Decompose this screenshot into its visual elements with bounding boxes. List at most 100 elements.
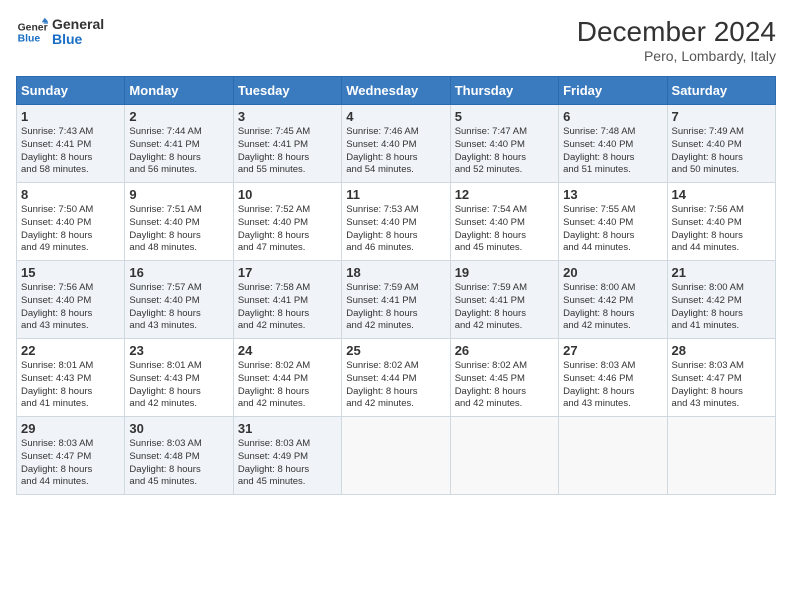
day-number: 24 — [238, 343, 337, 358]
day-info: Sunrise: 7:59 AM Sunset: 4:41 PM Dayligh… — [455, 282, 527, 331]
calendar-cell: 23 Sunrise: 8:01 AM Sunset: 4:43 PM Dayli… — [125, 339, 233, 417]
day-number: 16 — [129, 265, 228, 280]
day-number: 2 — [129, 109, 228, 124]
day-number: 19 — [455, 265, 554, 280]
logo: General Blue General Blue — [16, 16, 104, 48]
day-info: Sunrise: 7:59 AM Sunset: 4:41 PM Dayligh… — [346, 282, 418, 331]
day-info: Sunrise: 7:55 AM Sunset: 4:40 PM Dayligh… — [563, 204, 635, 253]
calendar-cell: 26Sunrise: 8:02 AM Sunset: 4:45 PM Dayli… — [450, 339, 558, 417]
day-info: Sunrise: 7:53 AM Sunset: 4:40 PM Dayligh… — [346, 204, 418, 253]
header-saturday: Saturday — [667, 77, 775, 105]
day-number: 15 — [21, 265, 120, 280]
day-info: Sunrise: 8:00 AM Sunset: 4:42 PM Dayligh… — [672, 282, 744, 331]
calendar-cell: 19 Sunrise: 7:59 AM Sunset: 4:41 PM Dayli… — [450, 261, 558, 339]
day-number: 26 — [455, 343, 554, 358]
calendar-cell: 5 Sunrise: 7:47 AM Sunset: 4:40 PM Daylig… — [450, 105, 558, 183]
calendar-cell: 21 Sunrise: 8:00 AM Sunset: 4:42 PM Dayli… — [667, 261, 775, 339]
day-number: 27 — [563, 343, 662, 358]
header-wednesday: Wednesday — [342, 77, 450, 105]
day-info: Sunrise: 8:01 AM Sunset: 4:43 PM Dayligh… — [21, 360, 93, 409]
day-number: 10 — [238, 187, 337, 202]
calendar-cell: 8Sunrise: 7:50 AM Sunset: 4:40 PM Daylig… — [17, 183, 125, 261]
day-number: 25 — [346, 343, 445, 358]
day-info: Sunrise: 7:44 AM Sunset: 4:41 PM Dayligh… — [129, 126, 201, 175]
day-number: 7 — [672, 109, 771, 124]
day-info: Sunrise: 8:02 AM Sunset: 4:44 PM Dayligh… — [346, 360, 418, 409]
calendar-cell: 15 Sunrise: 7:56 AM Sunset: 4:40 PM Dayli… — [17, 261, 125, 339]
day-number: 22 — [21, 343, 120, 358]
day-info: Sunrise: 8:03 AM Sunset: 4:49 PM Dayligh… — [238, 438, 310, 487]
calendar-cell — [559, 417, 667, 495]
calendar-week-4: 22 Sunrise: 8:01 AM Sunset: 4:43 PM Dayli… — [17, 339, 776, 417]
calendar-cell: 22 Sunrise: 8:01 AM Sunset: 4:43 PM Dayli… — [17, 339, 125, 417]
day-number: 13 — [563, 187, 662, 202]
day-info: Sunrise: 7:43 AM Sunset: 4:41 PM Dayligh… — [21, 126, 93, 175]
logo-icon: General Blue — [16, 16, 48, 48]
header-thursday: Thursday — [450, 77, 558, 105]
day-info: Sunrise: 8:03 AM Sunset: 4:47 PM Dayligh… — [21, 438, 93, 487]
calendar-cell: 6 Sunrise: 7:48 AM Sunset: 4:40 PM Daylig… — [559, 105, 667, 183]
day-info: Sunrise: 7:54 AM Sunset: 4:40 PM Dayligh… — [455, 204, 527, 253]
day-info: Sunrise: 7:58 AM Sunset: 4:41 PM Dayligh… — [238, 282, 310, 331]
day-info: Sunrise: 8:01 AM Sunset: 4:43 PM Dayligh… — [129, 360, 201, 409]
title-block: December 2024 Pero, Lombardy, Italy — [577, 16, 776, 64]
day-number: 18 — [346, 265, 445, 280]
calendar-cell — [667, 417, 775, 495]
day-number: 1 — [21, 109, 120, 124]
calendar-cell: 16Sunrise: 7:57 AM Sunset: 4:40 PM Dayli… — [125, 261, 233, 339]
calendar-cell: 27Sunrise: 8:03 AM Sunset: 4:46 PM Dayli… — [559, 339, 667, 417]
day-number: 12 — [455, 187, 554, 202]
day-number: 30 — [129, 421, 228, 436]
calendar-cell: 24Sunrise: 8:02 AM Sunset: 4:44 PM Dayli… — [233, 339, 341, 417]
day-info: Sunrise: 8:03 AM Sunset: 4:48 PM Dayligh… — [129, 438, 201, 487]
day-info: Sunrise: 8:00 AM Sunset: 4:42 PM Dayligh… — [563, 282, 635, 331]
calendar-cell: 4 Sunrise: 7:46 AM Sunset: 4:40 PM Daylig… — [342, 105, 450, 183]
calendar-cell: 12 Sunrise: 7:54 AM Sunset: 4:40 PM Dayli… — [450, 183, 558, 261]
calendar-cell — [450, 417, 558, 495]
day-info: Sunrise: 7:52 AM Sunset: 4:40 PM Dayligh… — [238, 204, 310, 253]
day-info: Sunrise: 8:03 AM Sunset: 4:47 PM Dayligh… — [672, 360, 744, 409]
day-info: Sunrise: 7:46 AM Sunset: 4:40 PM Dayligh… — [346, 126, 418, 175]
header-friday: Friday — [559, 77, 667, 105]
page-title: December 2024 — [577, 16, 776, 48]
svg-text:Blue: Blue — [18, 34, 41, 45]
page-subtitle: Pero, Lombardy, Italy — [577, 48, 776, 64]
calendar-header-row: SundayMondayTuesdayWednesdayThursdayFrid… — [17, 77, 776, 105]
calendar-cell: 25 Sunrise: 8:02 AM Sunset: 4:44 PM Dayli… — [342, 339, 450, 417]
day-number: 9 — [129, 187, 228, 202]
day-info: Sunrise: 7:56 AM Sunset: 4:40 PM Dayligh… — [21, 282, 93, 331]
day-info: Sunrise: 7:45 AM Sunset: 4:41 PM Dayligh… — [238, 126, 310, 175]
day-info: Sunrise: 7:48 AM Sunset: 4:40 PM Dayligh… — [563, 126, 635, 175]
calendar-cell: 3 Sunrise: 7:45 AM Sunset: 4:41 PM Daylig… — [233, 105, 341, 183]
day-number: 31 — [238, 421, 337, 436]
day-number: 20 — [563, 265, 662, 280]
day-number: 4 — [346, 109, 445, 124]
day-number: 5 — [455, 109, 554, 124]
day-info: Sunrise: 7:50 AM Sunset: 4:40 PM Dayligh… — [21, 204, 93, 253]
calendar-week-3: 15 Sunrise: 7:56 AM Sunset: 4:40 PM Dayli… — [17, 261, 776, 339]
calendar-cell: 14Sunrise: 7:56 AM Sunset: 4:40 PM Dayli… — [667, 183, 775, 261]
day-info: Sunrise: 7:49 AM Sunset: 4:40 PM Dayligh… — [672, 126, 744, 175]
logo-text-general: General — [52, 17, 104, 32]
calendar-table: SundayMondayTuesdayWednesdayThursdayFrid… — [16, 76, 776, 495]
calendar-cell: 1 Sunrise: 7:43 AM Sunset: 4:41 PM Daylig… — [17, 105, 125, 183]
calendar-cell: 9Sunrise: 7:51 AM Sunset: 4:40 PM Daylig… — [125, 183, 233, 261]
day-info: Sunrise: 7:56 AM Sunset: 4:40 PM Dayligh… — [672, 204, 744, 253]
calendar-cell — [342, 417, 450, 495]
day-number: 21 — [672, 265, 771, 280]
day-info: Sunrise: 7:47 AM Sunset: 4:40 PM Dayligh… — [455, 126, 527, 175]
day-number: 3 — [238, 109, 337, 124]
page-header: General Blue General Blue December 2024 … — [16, 16, 776, 64]
header-monday: Monday — [125, 77, 233, 105]
day-number: 6 — [563, 109, 662, 124]
calendar-cell: 13 Sunrise: 7:55 AM Sunset: 4:40 PM Dayli… — [559, 183, 667, 261]
calendar-week-5: 29Sunrise: 8:03 AM Sunset: 4:47 PM Dayli… — [17, 417, 776, 495]
day-number: 17 — [238, 265, 337, 280]
calendar-cell: 17 Sunrise: 7:58 AM Sunset: 4:41 PM Dayli… — [233, 261, 341, 339]
day-number: 23 — [129, 343, 228, 358]
calendar-cell: 30 Sunrise: 8:03 AM Sunset: 4:48 PM Dayli… — [125, 417, 233, 495]
svg-text:General: General — [18, 22, 48, 33]
day-number: 11 — [346, 187, 445, 202]
calendar-week-2: 8Sunrise: 7:50 AM Sunset: 4:40 PM Daylig… — [17, 183, 776, 261]
calendar-cell: 18 Sunrise: 7:59 AM Sunset: 4:41 PM Dayli… — [342, 261, 450, 339]
